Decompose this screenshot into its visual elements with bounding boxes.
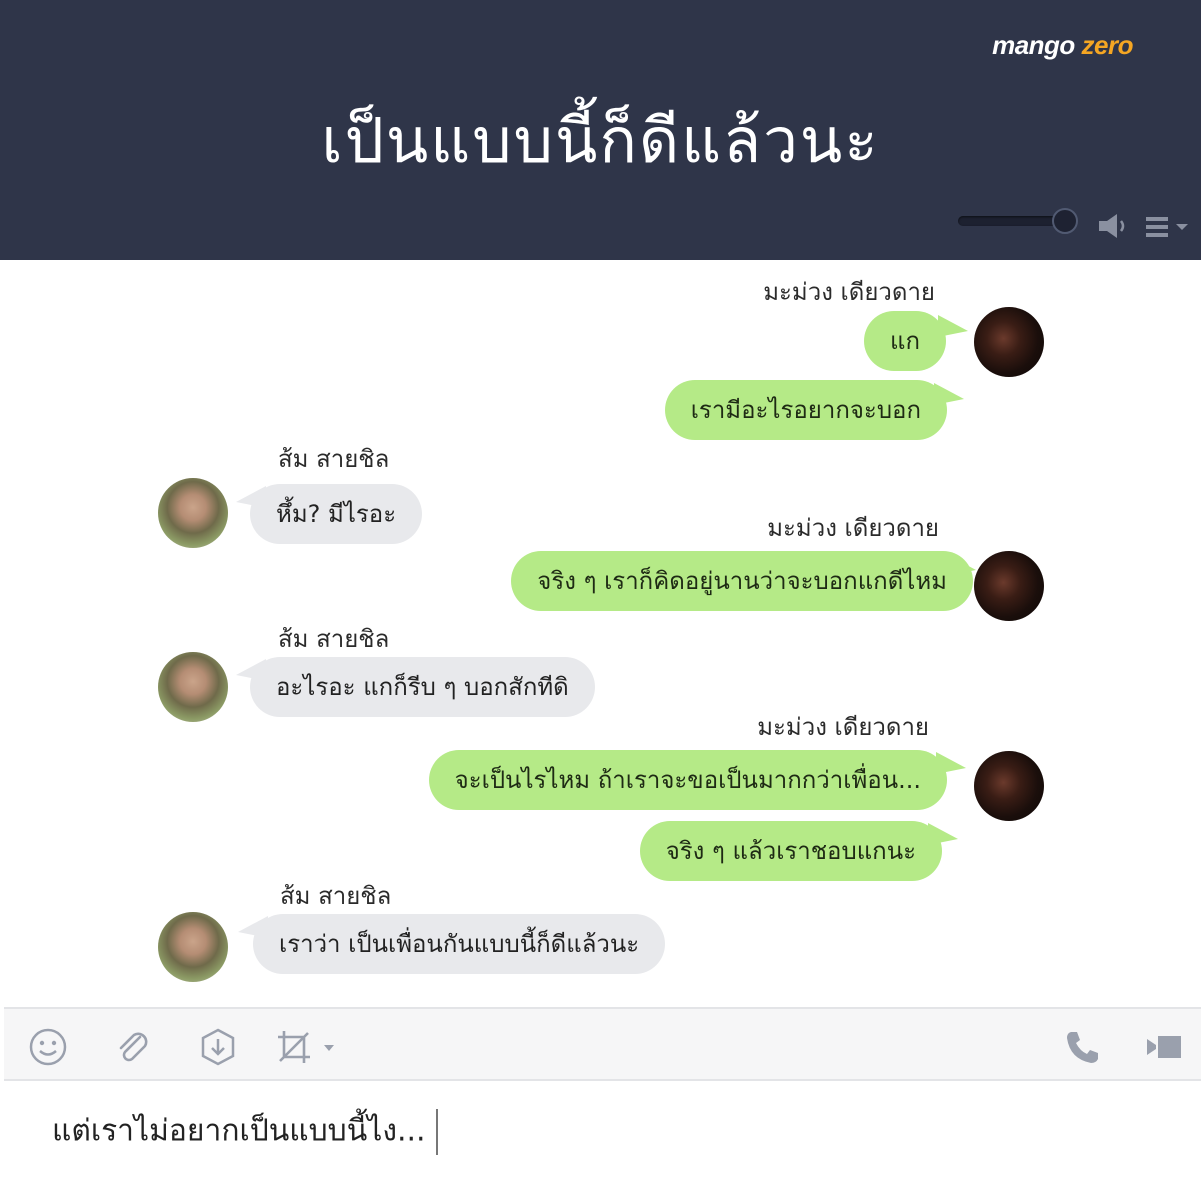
message-input-text: แต่เราไม่อยากเป็นแบบนี้ไง...	[52, 1113, 426, 1149]
crop-icon[interactable]	[274, 1027, 338, 1067]
avatar[interactable]	[158, 912, 228, 982]
brand-logo: mango zero	[992, 30, 1133, 60]
message-bubble[interactable]: หึ้ม? มีไรอะ	[250, 484, 423, 544]
avatar[interactable]	[974, 307, 1044, 377]
page-title: เป็นแบบนี้ก็ดีแล้วนะ	[321, 104, 880, 177]
sender-name: มะม่วง เดียวดาย	[763, 278, 935, 306]
sender-name: มะม่วง เดียวดาย	[767, 514, 939, 542]
avatar[interactable]	[974, 551, 1044, 621]
sender-name: ส้ม สายชิล	[278, 445, 390, 473]
message-bubble[interactable]: จะเป็นไรไหม ถ้าเราจะขอเป็นมากกว่าเพื่อน.…	[428, 750, 947, 810]
composer-toolbar	[4, 1007, 1201, 1081]
message-bubble[interactable]: เราว่า เป็นเพื่อนกันแบบนี้ก็ดีแล้วนะ	[253, 914, 666, 974]
paperclip-icon[interactable]	[112, 1027, 152, 1067]
video-icon[interactable]	[1144, 1027, 1184, 1067]
message-bubble[interactable]: แก	[864, 311, 946, 371]
volume-slider-handle[interactable]	[1052, 208, 1078, 234]
volume-slider[interactable]	[958, 216, 1066, 226]
message-bubble[interactable]: จริง ๆ แล้วเราชอบแกนะ	[639, 821, 942, 881]
speaker-icon[interactable]	[1097, 211, 1129, 241]
message-bubble[interactable]: จริง ๆ เราก็คิดอยู่นานว่าจะบอกแกดีไหม	[511, 551, 973, 611]
avatar[interactable]	[974, 751, 1044, 821]
message-bubble[interactable]: อะไรอะ แกก็รีบ ๆ บอกสักทีดิ	[250, 657, 595, 717]
avatar[interactable]	[158, 652, 228, 722]
chat-area: มะม่วง เดียวดาย แก เรามีอะไรอยากจะบอก ส้…	[0, 260, 1201, 1005]
phone-icon[interactable]	[1062, 1027, 1102, 1067]
sender-name: ส้ม สายชิล	[280, 882, 392, 910]
text-caret	[435, 1109, 438, 1155]
message-input[interactable]: แต่เราไม่อยากเป็นแบบนี้ไง...	[4, 1083, 1201, 1200]
header-banner: mango zero เป็นแบบนี้ก็ดีแล้วนะ	[0, 0, 1201, 260]
menu-icon[interactable]	[1146, 214, 1190, 240]
message-bubble[interactable]: เรามีอะไรอยากจะบอก	[664, 380, 947, 440]
avatar[interactable]	[158, 478, 228, 548]
sender-name: มะม่วง เดียวดาย	[757, 713, 929, 741]
download-icon[interactable]	[198, 1027, 238, 1067]
emoji-icon[interactable]	[28, 1027, 68, 1067]
sender-name: ส้ม สายชิล	[278, 625, 390, 653]
